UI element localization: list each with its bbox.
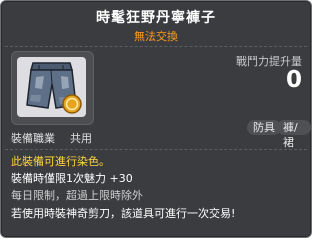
job-requirement-value: 共用 bbox=[70, 132, 92, 145]
item-icon-frame bbox=[11, 51, 94, 125]
divider-bottom bbox=[5, 149, 307, 150]
denim-pants-icon bbox=[26, 62, 82, 114]
combat-power-value: 0 bbox=[285, 67, 302, 93]
dye-info-text: 此裝備可進行染色。 bbox=[11, 155, 110, 168]
daily-limit-text: 每日限制，超過上限時除外 bbox=[11, 189, 143, 202]
item-icon-slot bbox=[17, 57, 86, 117]
category-tag-armor: 防具 bbox=[247, 120, 281, 135]
job-requirement-label: 裝備職業 bbox=[11, 132, 55, 145]
item-tooltip: 時髦狂野丹寧褲子 無法交換 戰鬥力提升量 0 裝備職業 共用 防具 褲/裙 此裝… bbox=[0, 0, 312, 238]
divider-top bbox=[5, 46, 307, 47]
trade-restriction: 無法交換 bbox=[134, 30, 178, 43]
trade-scissors-text: 若使用時裝神奇剪刀，該道具可進行一次交易! bbox=[11, 207, 236, 220]
charm-bonus-text: 裝備時僅限1次魅力 +30 bbox=[11, 172, 133, 185]
category-tag-pants-skirt: 褲/裙 bbox=[277, 120, 311, 149]
item-title: 時髦狂野丹寧褲子 bbox=[96, 10, 216, 26]
